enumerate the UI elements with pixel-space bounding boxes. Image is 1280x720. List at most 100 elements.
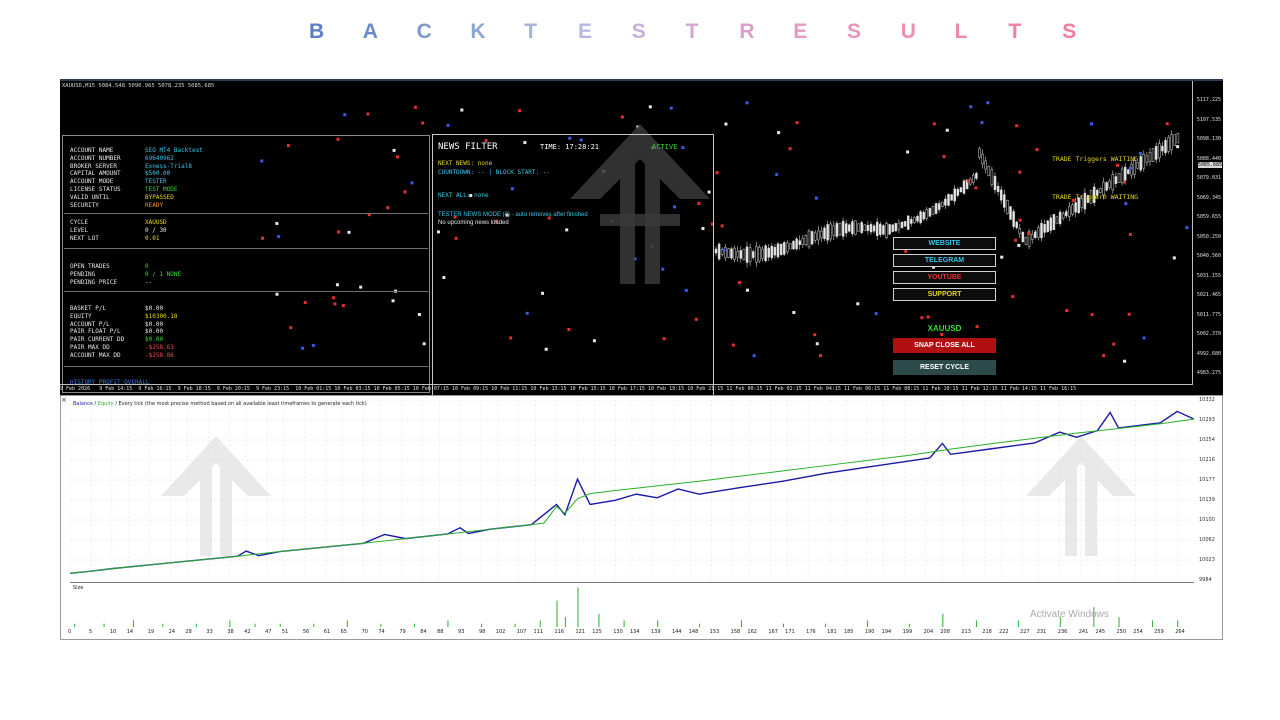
x-tick-label: 167	[768, 629, 778, 635]
x-tick-label: 204	[923, 629, 934, 635]
account-row: LICENSE STATUS TEST MODE	[70, 186, 178, 193]
time-tick: 11 Feb 06:15	[844, 386, 881, 392]
candle-body	[782, 242, 786, 255]
candle-body	[984, 160, 987, 170]
candle-body	[1040, 222, 1043, 239]
time-tick: 9 Feb 16:15	[138, 386, 172, 392]
size-bar	[74, 623, 76, 627]
title-letter: T	[1008, 20, 1022, 43]
trade-marker	[715, 171, 719, 175]
size-bar	[380, 623, 382, 627]
candle-body	[804, 235, 808, 245]
candle-body	[1006, 200, 1009, 214]
price-chart: XAUUSD,M15 5084.548 5090.965 5078.235 50…	[60, 79, 1223, 397]
news-time: TIME: 17:28:21	[540, 143, 600, 151]
size-bar	[413, 623, 415, 627]
support-button[interactable]: SUPPORT	[893, 288, 996, 301]
candle-body	[888, 224, 891, 235]
row-label: NEXT LOT	[70, 234, 99, 242]
x-tick-label: 222	[999, 629, 1009, 635]
trade-trigger-label-2: TRADE Trigger0 WAITING	[1052, 193, 1139, 201]
trade-marker	[1138, 151, 1142, 155]
row-label: PENDING	[70, 270, 96, 278]
candle-body	[795, 238, 798, 250]
trade-marker	[517, 109, 521, 113]
candle-body	[798, 240, 801, 245]
candle-body	[1061, 213, 1065, 219]
candle-body	[975, 173, 978, 179]
row-value: 0 / 1 NONE	[145, 270, 182, 278]
candle-body	[934, 203, 938, 214]
candle-body	[792, 240, 795, 250]
size-bar	[824, 623, 826, 627]
youtube-button[interactable]: YOUTUBE	[893, 271, 996, 284]
x-tick-label: 111	[533, 629, 544, 635]
telegram-button[interactable]: TELEGRAM	[893, 254, 996, 267]
x-tick-label: 231	[1036, 629, 1047, 635]
activate-windows-notice: Activate Windows	[1030, 609, 1109, 620]
candle-body	[1176, 132, 1180, 144]
x-tick-label: 245	[1095, 629, 1106, 635]
trade-marker	[421, 121, 425, 125]
x-tick-label: 19	[147, 629, 155, 635]
candle-body	[767, 247, 770, 258]
candle-body	[1161, 145, 1164, 152]
candle-body	[1136, 162, 1139, 169]
current-price-label: 5085.685	[1197, 162, 1222, 168]
candle-body	[1142, 154, 1146, 169]
row-value: -$258.86	[145, 351, 174, 359]
candle-body	[928, 208, 932, 217]
reset-cycle-button[interactable]: RESET CYCLE	[893, 360, 996, 375]
candle-body	[1158, 143, 1161, 159]
price-tick: 5088.440	[1196, 155, 1221, 162]
candle-body	[801, 238, 805, 245]
size-bar	[279, 623, 281, 627]
price-tick: 5031.155	[1196, 272, 1221, 279]
page-title: BACKTESTRESULTS	[0, 20, 1280, 46]
time-tick: 10 Feb 01:15	[295, 386, 332, 392]
candle-body	[832, 225, 836, 236]
candle-body	[1105, 182, 1108, 191]
x-tick-label: 121	[575, 629, 586, 635]
account-row: CYCLE XAUUSD	[70, 219, 167, 226]
candle-body	[1139, 156, 1142, 171]
candle-body	[813, 232, 817, 241]
candle-body	[1012, 211, 1015, 227]
time-tick: 9 Feb 20:15	[216, 386, 250, 392]
row-label: ACCOUNT MODE	[70, 178, 114, 186]
candle-body	[736, 250, 739, 258]
account-row: SECURITY READY	[70, 202, 163, 209]
candle-body	[1170, 134, 1173, 151]
row-label: PENDING PRICE	[70, 278, 117, 286]
x-tick-label: 199	[902, 629, 913, 635]
account-row: BROKER SERVER Exness-Trial8	[70, 163, 192, 170]
candle-body	[978, 148, 981, 158]
account-row: CAPITAL AMOUNT $500.00	[70, 170, 170, 177]
website-button[interactable]: WEBSITE	[893, 237, 996, 250]
candle-body	[1058, 211, 1062, 224]
size-bar	[195, 623, 197, 627]
countdown: COUNTDOWN: -- | BLOCK START: --	[438, 169, 550, 176]
candle-body	[751, 251, 755, 258]
row-value: TESTER	[145, 178, 167, 186]
candle-body	[866, 224, 870, 231]
close-icon[interactable]: ×	[61, 396, 67, 404]
trade-marker	[942, 155, 946, 159]
time-tick: 11 Feb 00:15	[726, 386, 763, 392]
account-row: PAIR FLOAT P/L $0.00	[70, 328, 163, 335]
trade-marker	[720, 224, 724, 228]
candle-body	[972, 174, 975, 183]
candle-body	[1021, 231, 1025, 243]
trade-marker	[1011, 295, 1015, 299]
price-tick: 5050.250	[1196, 233, 1221, 240]
snap-close-all-button[interactable]: SNAP CLOSE ALL	[893, 338, 996, 353]
trade-marker	[777, 131, 781, 135]
candle-body	[869, 224, 873, 233]
candle-body	[835, 223, 839, 237]
candle-body	[1154, 145, 1158, 160]
trade-marker	[1142, 336, 1146, 340]
account-row: PAIR MAX DD -$258.63	[70, 344, 174, 351]
time-tick: 9 Feb 18:15	[177, 386, 211, 392]
time-tick: 10 Feb 21:15	[687, 386, 724, 392]
candle-body	[879, 223, 882, 235]
